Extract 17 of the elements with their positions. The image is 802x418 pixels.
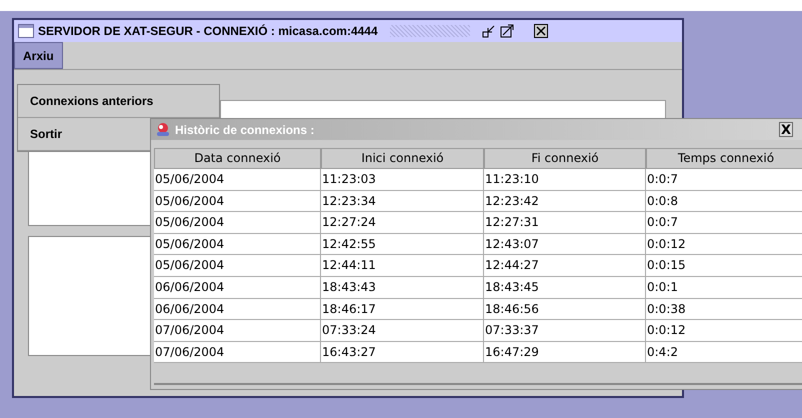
close-button[interactable]: X bbox=[779, 122, 793, 137]
minimize-icon[interactable] bbox=[482, 24, 496, 38]
app-icon bbox=[155, 122, 171, 138]
window-title: SERVIDOR DE XAT-SEGUR - CONNEXIÓ : micasa.com:4444 bbox=[38, 23, 378, 40]
column-header[interactable]: Fi connexió bbox=[484, 148, 646, 169]
table-cell: 0:4:2 bbox=[646, 342, 802, 364]
text-field[interactable] bbox=[220, 100, 666, 120]
table-cell: 07/06/2004 bbox=[154, 342, 321, 364]
column-header[interactable]: Inici connexió bbox=[321, 148, 484, 169]
window-icon bbox=[18, 24, 34, 38]
close-icon[interactable] bbox=[534, 24, 548, 38]
table-cell: 16:47:29 bbox=[484, 342, 646, 364]
column-header[interactable]: Data connexió bbox=[154, 148, 321, 169]
maximize-icon[interactable] bbox=[500, 24, 514, 38]
menu-item[interactable]: Arxiu bbox=[14, 42, 63, 69]
column-header[interactable]: Temps connexió bbox=[646, 148, 802, 169]
table-cell: 16:43:27 bbox=[321, 342, 484, 364]
